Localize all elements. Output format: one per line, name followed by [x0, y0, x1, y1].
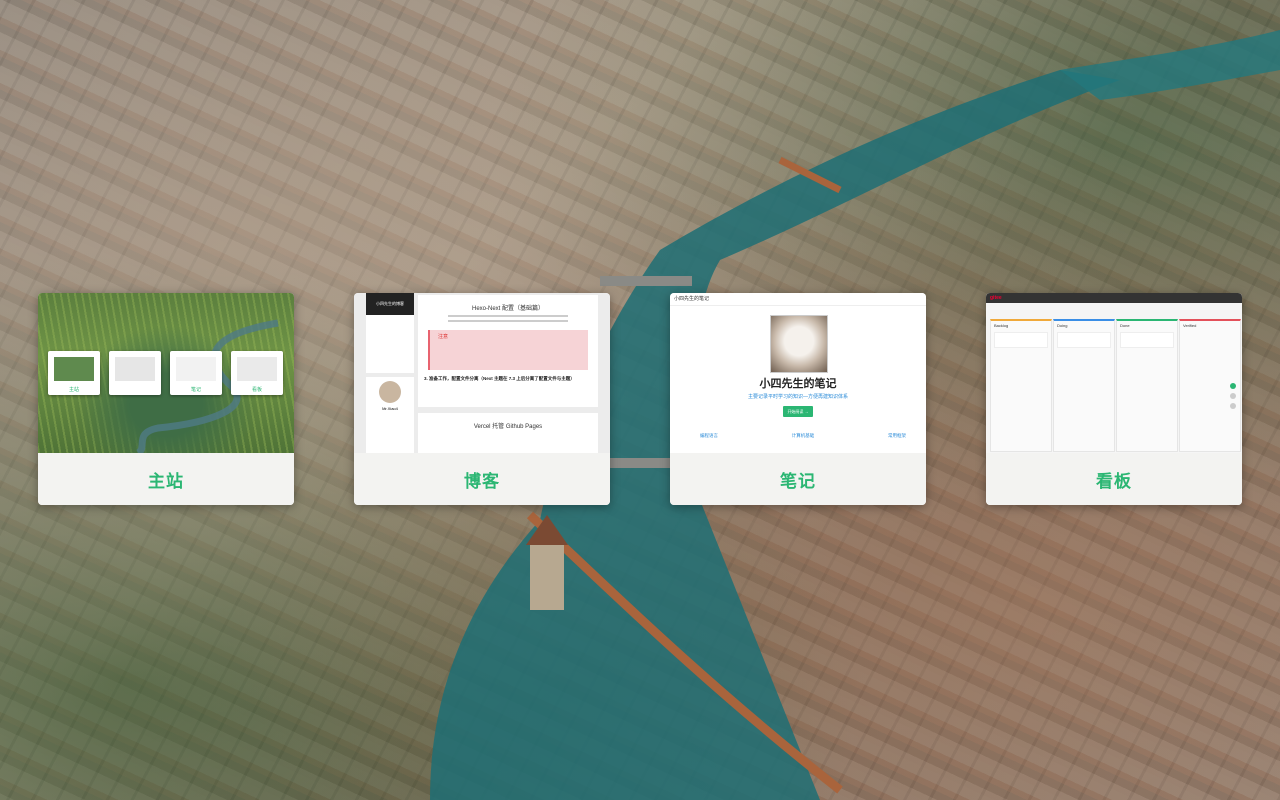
blog-header: 小四先生的博客 — [366, 293, 414, 315]
mini-window: 笔记 — [170, 351, 222, 395]
kanban-thumbnail: gitee Backlog Doing Done Verified — [986, 293, 1242, 453]
kanban-column: Backlog — [990, 319, 1052, 452]
card-label: 笔记 — [670, 453, 926, 505]
blog-thumbnail: 小四先生的博客 Mr.Xiao4 Hexo-Next 配置（基础篇） 注意 3.… — [354, 293, 610, 453]
avatar — [770, 315, 828, 373]
status-dot — [1230, 393, 1236, 399]
blog-post: Vercel 托管 Github Pages — [418, 413, 598, 453]
blog-post: Hexo-Next 配置（基础篇） 注意 3. 准备工作，配置文件分离（Next… — [418, 295, 598, 407]
mini-window: 看板 — [231, 351, 283, 395]
section-label: 编程语言 — [700, 433, 718, 438]
card-label: 看板 — [986, 453, 1242, 505]
kanban-card[interactable]: gitee Backlog Doing Done Verified 看板 — [986, 293, 1242, 505]
status-dot — [1230, 403, 1236, 409]
warning-box: 注意 — [428, 330, 588, 370]
notes-subtitle: 主要记录平时学习的知识—方便再建知识体系 — [747, 394, 848, 400]
card-label: 主站 — [38, 453, 294, 505]
mini-window: 主站 — [48, 351, 100, 395]
kanban-topbar: gitee — [986, 293, 1242, 303]
section-label: 常用框架 — [888, 433, 906, 438]
mini-window — [109, 351, 161, 395]
start-reading-button: 开始阅读 → — [783, 406, 813, 417]
notes-title: 小四先生的笔记 — [759, 378, 837, 390]
notes-thumbnail: 小四先生的笔记 小四先生的笔记 主要记录平时学习的知识—方便再建知识体系 开始阅… — [670, 293, 926, 453]
main-site-thumbnail: 主站 笔记 看板 — [38, 293, 294, 453]
blog-card[interactable]: 小四先生的博客 Mr.Xiao4 Hexo-Next 配置（基础篇） 注意 3.… — [354, 293, 610, 505]
main-site-card[interactable]: 主站 笔记 看板 主站 — [38, 293, 294, 505]
kanban-column: Doing — [1053, 319, 1115, 452]
card-label: 博客 — [354, 453, 610, 505]
notes-card[interactable]: 小四先生的笔记 小四先生的笔记 主要记录平时学习的知识—方便再建知识体系 开始阅… — [670, 293, 926, 505]
status-dot — [1230, 383, 1236, 389]
blog-profile: Mr.Xiao4 — [366, 377, 414, 453]
section-label: 计算机基础 — [791, 433, 815, 438]
kanban-column: Done — [1116, 319, 1178, 452]
